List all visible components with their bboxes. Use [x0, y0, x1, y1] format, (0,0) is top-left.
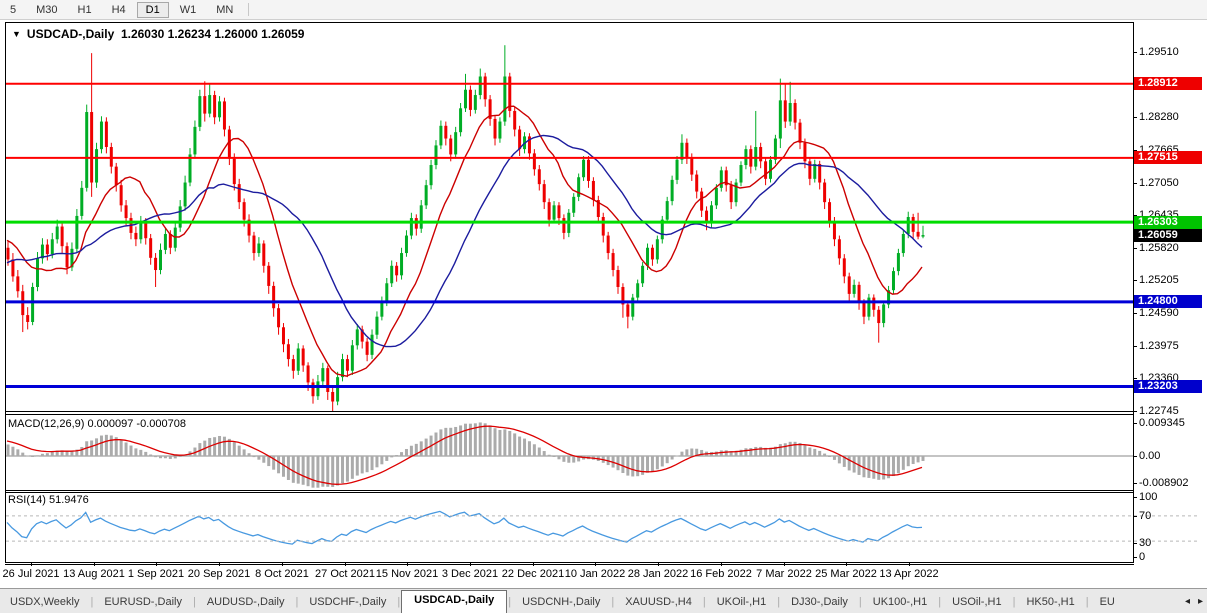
date-tick-mark: [94, 562, 95, 566]
price-tick-label: 1.22745: [1139, 405, 1205, 417]
tab-usdchf-daily[interactable]: USDCHF-,Daily: [299, 593, 396, 611]
date-tick-mark: [407, 562, 408, 566]
tab-eu[interactable]: EU: [1090, 593, 1125, 611]
date-label: 13 Apr 2022: [879, 568, 938, 580]
chart-title: ▼ USDCAD-,Daily 1.26030 1.26234 1.26000 1…: [12, 27, 304, 41]
chart-ohlc-values: 1.26030 1.26234 1.26000 1.26059: [121, 27, 305, 41]
tab-usdx-weekly[interactable]: USDX,Weekly: [0, 593, 89, 611]
date-tick-mark: [219, 562, 220, 566]
rsi-label: RSI(14) 51.9476: [8, 494, 89, 506]
price-tick-mark: [1133, 313, 1137, 314]
date-label: 22 Dec 2021: [502, 568, 564, 580]
price-tick-label: 1.23975: [1139, 340, 1205, 352]
price-tick-label: 1.27050: [1139, 177, 1205, 189]
date-label: 8 Oct 2021: [255, 568, 309, 580]
tab-usoil-h1[interactable]: USOil-,H1: [942, 593, 1012, 611]
date-label: 26 Jul 2021: [3, 568, 60, 580]
price-tick-mark: [1133, 378, 1137, 379]
macd-tick-label: 0.009345: [1139, 417, 1205, 429]
macd-tick-label: 0.00: [1139, 450, 1205, 462]
tab-hk50-h1[interactable]: HK50-,H1: [1016, 593, 1084, 611]
tab-eurusd-daily[interactable]: EURUSD-,Daily: [94, 593, 192, 611]
date-tick-mark: [533, 562, 534, 566]
date-label: 1 Sep 2021: [128, 568, 184, 580]
chart-symbol-label: USDCAD-,Daily: [27, 27, 114, 41]
tab-ukoil-h1[interactable]: UKOil-,H1: [707, 593, 777, 611]
date-tick-mark: [31, 562, 32, 566]
macd-tick-mark: [1133, 483, 1137, 484]
macd-tick-label: -0.008902: [1139, 477, 1205, 489]
date-label: 10 Jan 2022: [565, 568, 626, 580]
date-label: 16 Feb 2022: [690, 568, 752, 580]
price-badge: 1.27515: [1134, 151, 1202, 164]
date-tick-mark: [658, 562, 659, 566]
rsi-tick-mark: [1133, 557, 1137, 558]
macd-tick-mark: [1133, 456, 1137, 457]
date-tick-mark: [846, 562, 847, 566]
price-tick-label: 1.25205: [1139, 274, 1205, 286]
scroll-left-icon[interactable]: ◂: [1185, 596, 1190, 607]
date-tick-mark: [784, 562, 785, 566]
tab-scroll-arrows: ◂▸: [1185, 596, 1203, 607]
date-tick-mark: [282, 562, 283, 566]
price-badge: 1.26059: [1134, 229, 1202, 242]
price-tick-mark: [1133, 52, 1137, 53]
price-tick-mark: [1133, 183, 1137, 184]
date-label: 28 Jan 2022: [628, 568, 689, 580]
macd-tick-mark: [1133, 423, 1137, 424]
price-tick-label: 1.25820: [1139, 242, 1205, 254]
scroll-right-icon[interactable]: ▸: [1198, 596, 1203, 607]
date-tick-mark: [470, 562, 471, 566]
date-label: 20 Sep 2021: [188, 568, 250, 580]
macd-label: MACD(12,26,9) 0.000097 -0.000708: [8, 418, 186, 430]
rsi-tick-mark: [1133, 516, 1137, 517]
date-tick-mark: [721, 562, 722, 566]
price-badge: 1.26303: [1134, 216, 1202, 229]
price-badge: 1.28912: [1134, 77, 1202, 90]
date-label: 7 Mar 2022: [756, 568, 812, 580]
tab-dj30-daily[interactable]: DJ30-,Daily: [781, 593, 858, 611]
price-tick-mark: [1133, 117, 1137, 118]
tab-usdcad-daily[interactable]: USDCAD-,Daily: [401, 590, 507, 613]
rsi-tick-label: 70: [1139, 510, 1205, 522]
price-tick-mark: [1133, 411, 1137, 412]
rsi-tick-mark: [1133, 543, 1137, 544]
date-label: 27 Oct 2021: [315, 568, 375, 580]
rsi-tick-mark: [1133, 497, 1137, 498]
chart-canvas[interactable]: [0, 0, 1207, 613]
tab-xauusd-h4[interactable]: XAUUSD-,H4: [615, 593, 702, 611]
date-label: 15 Nov 2021: [376, 568, 438, 580]
price-tick-mark: [1133, 248, 1137, 249]
date-label: 3 Dec 2021: [442, 568, 498, 580]
price-tick-label: 1.28280: [1139, 111, 1205, 123]
date-tick-mark: [595, 562, 596, 566]
price-badge: 1.24800: [1134, 295, 1202, 308]
symbol-tabbar: USDX,Weekly|EURUSD-,Daily|AUDUSD-,Daily|…: [0, 588, 1207, 613]
down-triangle-icon[interactable]: ▼: [12, 29, 21, 39]
tab-uk100-h1[interactable]: UK100-,H1: [863, 593, 937, 611]
price-tick-label: 1.24590: [1139, 307, 1205, 319]
tab-audusd-daily[interactable]: AUDUSD-,Daily: [197, 593, 295, 611]
date-tick-mark: [909, 562, 910, 566]
rsi-tick-label: 30: [1139, 537, 1205, 549]
price-tick-mark: [1133, 346, 1137, 347]
date-label: 13 Aug 2021: [63, 568, 125, 580]
date-label: 25 Mar 2022: [815, 568, 877, 580]
date-tick-mark: [156, 562, 157, 566]
price-badge: 1.23203: [1134, 380, 1202, 393]
price-tick-label: 1.29510: [1139, 46, 1205, 58]
tab-usdcnh-daily[interactable]: USDCNH-,Daily: [512, 593, 610, 611]
date-tick-mark: [345, 562, 346, 566]
trading-terminal: 5M30H1H4D1W1MN ▼USDCAD-,Daily 1.26030 1.…: [0, 0, 1207, 613]
rsi-tick-label: 100: [1139, 491, 1205, 503]
price-tick-mark: [1133, 280, 1137, 281]
rsi-tick-label: 0: [1139, 551, 1205, 563]
